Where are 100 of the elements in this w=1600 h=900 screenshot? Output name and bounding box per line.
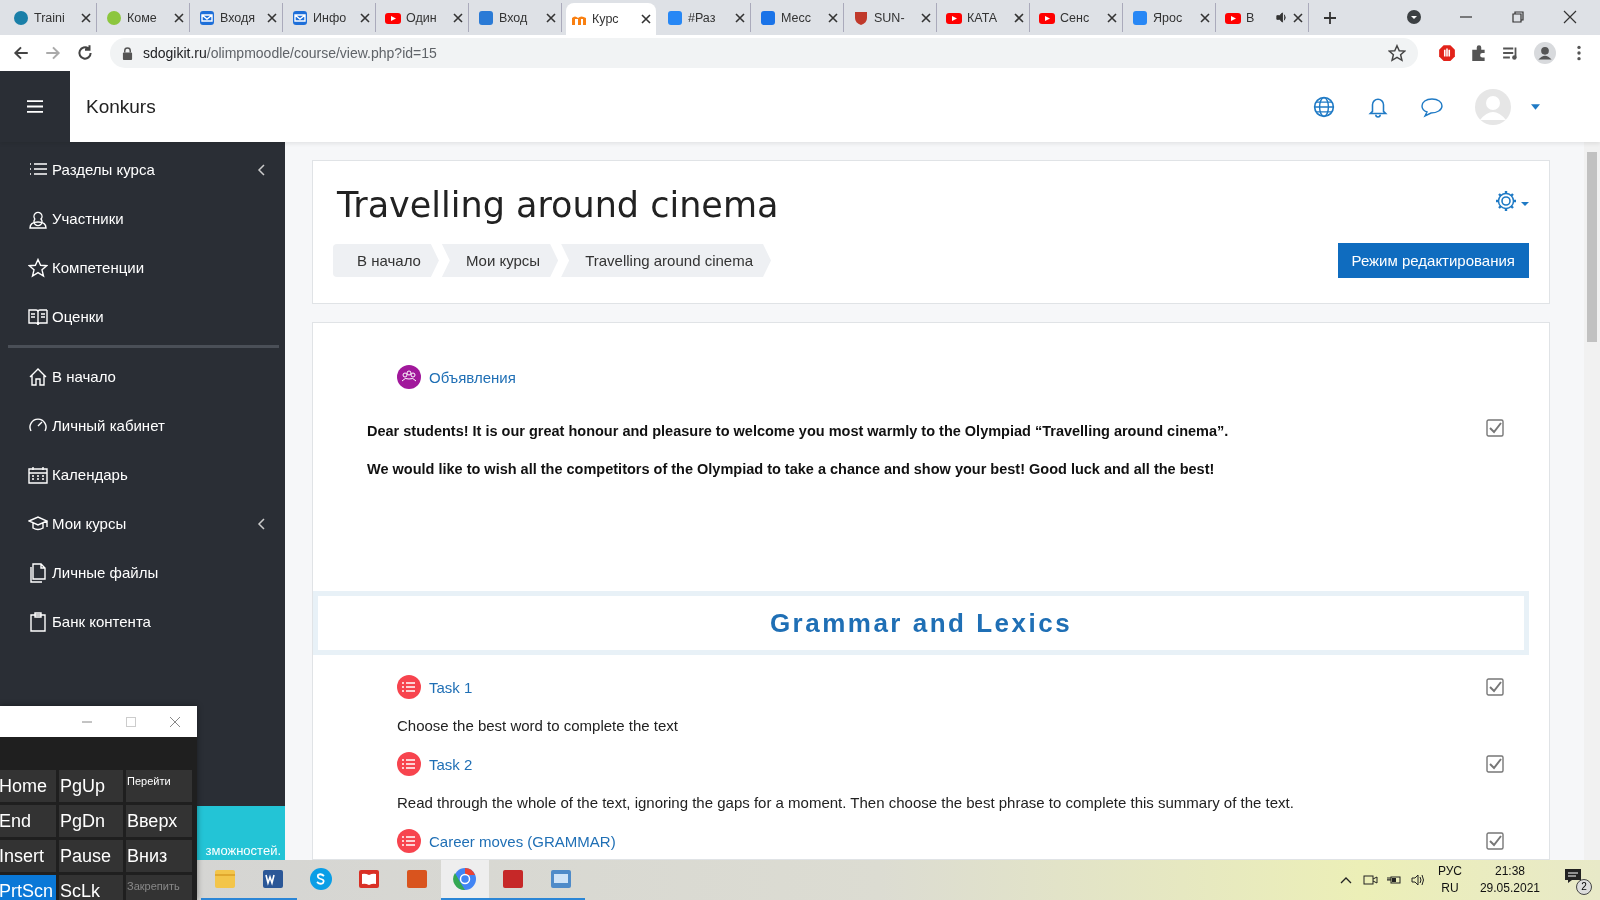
close-icon[interactable] [1293, 12, 1303, 23]
activity-link[interactable]: Task 1 [429, 678, 473, 696]
browser-tab[interactable]: В [1220, 3, 1309, 32]
browser-tab[interactable]: Курс [566, 3, 656, 35]
close-icon[interactable] [641, 14, 651, 24]
speaker-icon[interactable] [1409, 872, 1426, 888]
media-queue-icon[interactable] [1502, 44, 1520, 62]
sidebar-item[interactable]: Участники [0, 194, 285, 243]
tab-title: Курс [592, 12, 620, 26]
browser-tab[interactable]: Месс [755, 3, 844, 32]
breadcrumb-link[interactable]: Travelling around cinema [561, 244, 771, 277]
activity-link[interactable]: Task 2 [429, 755, 473, 773]
profile-icon[interactable] [1534, 42, 1556, 64]
chrome-icon [453, 867, 477, 891]
browser-tab[interactable]: SUN- [848, 3, 937, 32]
browser-tab[interactable]: КАТА [941, 3, 1030, 32]
menu-button[interactable] [0, 71, 70, 142]
close-icon[interactable] [1200, 12, 1210, 23]
close-icon[interactable] [1107, 12, 1117, 23]
sidebar-item[interactable]: Банк контента [0, 597, 285, 646]
reload-icon[interactable] [76, 44, 94, 62]
announcement-text: Dear students! It is our great honour and pleasure to welcome you most warmly to the Olympiad “Travelling around cinema”. [367, 423, 1230, 439]
close-icon[interactable] [360, 12, 370, 23]
sidebar-item[interactable]: Мои курсы [0, 499, 285, 548]
completion-checkbox[interactable] [1486, 419, 1504, 437]
close-icon[interactable] [267, 12, 277, 23]
keyboard-key[interactable]: Home [0, 770, 56, 802]
sidebar-item[interactable]: Личный кабинет [0, 401, 285, 450]
sidebar-item[interactable]: Календарь [0, 450, 285, 499]
back-icon[interactable] [12, 44, 30, 62]
chat-icon[interactable] [1421, 95, 1443, 118]
sidebar-item[interactable]: В начало [0, 352, 285, 401]
completion-checkbox[interactable] [1486, 832, 1504, 850]
clock-date[interactable]: 29.05.2021 [1479, 880, 1540, 897]
globe-icon[interactable] [1313, 95, 1335, 118]
browser-tab[interactable]: Сенс [1034, 3, 1123, 32]
folder-icon [213, 867, 237, 891]
close-icon[interactable] [546, 12, 556, 23]
keyboard-key[interactable]: Перейти [126, 770, 192, 802]
browser-tab[interactable]: Один [380, 3, 469, 32]
activity-link[interactable]: Объявления [429, 368, 516, 386]
keyboard-key[interactable]: PrtScn [0, 875, 56, 900]
sidebar-item[interactable]: Оценки [0, 292, 285, 341]
keyboard-key[interactable]: ScLk [59, 875, 123, 900]
close-icon[interactable] [1014, 12, 1024, 23]
chevron-icon[interactable] [257, 517, 265, 530]
close-icon[interactable] [735, 12, 745, 23]
tab-title: Traini [34, 10, 66, 25]
tab-title: В [1246, 10, 1256, 25]
keyboard-key[interactable]: Insert [0, 840, 56, 872]
completion-checkbox[interactable] [1486, 755, 1504, 773]
browser-tab[interactable]: Traini [8, 3, 97, 32]
layout-indicator[interactable]: RU [1441, 880, 1459, 897]
star-icon[interactable] [1388, 44, 1406, 62]
keyboard-key[interactable]: End [0, 805, 56, 837]
reader-icon [357, 867, 381, 891]
adblock-icon[interactable] [1438, 44, 1456, 62]
puzzle-icon[interactable] [1470, 44, 1488, 62]
chevron-icon[interactable] [257, 163, 265, 176]
tab-title: Один [406, 10, 438, 25]
activity-link[interactable]: Career moves (GRAMMAR) [429, 832, 616, 850]
keyboard-key[interactable]: PgUp [59, 770, 123, 802]
word-icon [261, 867, 285, 891]
browser-tab[interactable]: Инфо [287, 3, 376, 32]
keyboard-key[interactable]: Вниз [126, 840, 192, 872]
close-icon[interactable] [921, 12, 931, 23]
close-icon[interactable] [1562, 9, 1578, 25]
browser-tab[interactable]: Коме [101, 3, 190, 32]
breadcrumb-link[interactable]: В начало [333, 244, 439, 277]
site-name[interactable]: Konkurs [86, 95, 156, 118]
keyboard-key[interactable]: PgDn [59, 805, 123, 837]
scrollbar[interactable] [1584, 142, 1600, 860]
tab-title: #Раз [688, 10, 717, 25]
sidebar-item[interactable]: Компетенции [0, 243, 285, 292]
clock-time[interactable]: 21:38 [1494, 863, 1525, 880]
new-tab-icon[interactable] [1323, 11, 1337, 25]
completion-checkbox[interactable] [1486, 678, 1504, 696]
close-icon[interactable] [81, 12, 91, 23]
sidebar-item[interactable]: Личные файлы [0, 548, 285, 597]
browser-tab[interactable]: Вход [473, 3, 562, 32]
browser-tab[interactable]: Входя [194, 3, 283, 32]
address-field[interactable]: sdogikit.ru/olimpmoodle/course/view.php?id=15 [110, 38, 1418, 68]
restore-icon[interactable] [1510, 9, 1526, 25]
browser-tab[interactable]: #Раз [662, 3, 751, 32]
edit-mode-button[interactable]: Режим редактирования [1337, 243, 1529, 278]
sidebar-item[interactable]: Разделы курса [0, 145, 285, 194]
browser-tab[interactable]: Ярос [1127, 3, 1216, 32]
camera-icon[interactable] [1361, 872, 1378, 888]
close-icon[interactable] [174, 12, 184, 23]
breadcrumb-link[interactable]: Мои курсы [441, 244, 559, 277]
taskbar-app[interactable] [441, 860, 489, 900]
caret-icon[interactable] [1531, 103, 1540, 110]
keyboard-key[interactable]: Вверх [126, 805, 192, 837]
settings-icon[interactable] [1495, 189, 1529, 213]
sidebar-label: Личные файлы [52, 564, 160, 581]
close-icon[interactable] [453, 12, 463, 23]
close-icon[interactable] [828, 12, 838, 23]
language-indicator[interactable]: РУС [1437, 863, 1462, 880]
keyboard-key[interactable]: Pause [59, 840, 123, 872]
tab-search-icon[interactable] [1406, 9, 1422, 25]
